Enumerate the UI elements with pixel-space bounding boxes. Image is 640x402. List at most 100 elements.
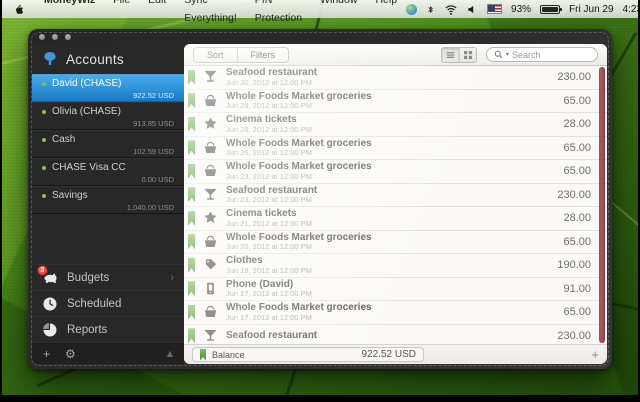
transaction-row[interactable]: Whole Foods Market groceries Jun 17, 201… — [184, 301, 607, 325]
add-transaction-button[interactable]: + — [591, 348, 599, 361]
transaction-row[interactable]: Cinema tickets Jun 28, 2012 at 12:00 PM … — [184, 113, 607, 137]
account-name: David (CHASE) — [52, 78, 121, 89]
transaction-date: Jun 28, 2012 at 12:00 PM — [226, 126, 312, 135]
account-status-dot — [42, 138, 46, 142]
basket-icon — [202, 163, 218, 179]
close-button[interactable] — [39, 34, 45, 40]
apple-icon — [14, 3, 25, 16]
transaction-row[interactable]: Phone (David) Jun 17, 2012 at 12:00 PM 9… — [184, 278, 607, 302]
view-toggle-group — [441, 47, 477, 63]
transaction-date: Jun 23, 2012 at 12:00 PM — [226, 173, 372, 182]
zoom-button[interactable] — [65, 34, 71, 40]
menu-moneywiz[interactable]: MoneyWiz — [35, 0, 104, 27]
menu-file[interactable]: File — [104, 0, 139, 27]
moneywiz-tree-icon — [42, 51, 58, 67]
sidebar-section-label: Budgets — [67, 272, 109, 284]
input-language-flag-icon[interactable] — [487, 4, 502, 14]
desktop: MoneyWizFileEditSync Everything!PIN Prot… — [2, 0, 638, 395]
settings-gear-icon[interactable]: ⚙ — [65, 348, 76, 360]
account-item[interactable]: Olivia (CHASE) 913.85 USD — [32, 102, 184, 130]
sync-status-icon[interactable] — [406, 4, 417, 15]
collapse-sidebar-button[interactable]: ▲ — [167, 349, 173, 358]
sidebar-section-item[interactable]: Scheduled — [32, 290, 184, 316]
accounts-header: Accounts — [32, 44, 184, 74]
transactions-list: Seafood restaurant Jun 30, 2012 at 12:00… — [184, 66, 607, 344]
menu-help[interactable]: Help — [366, 0, 406, 27]
menu-pin-protection[interactable]: PIN Protection — [246, 0, 311, 27]
ribbon-flag-icon — [188, 70, 195, 85]
transaction-title: Whole Foods Market groceries — [226, 302, 372, 314]
transaction-row[interactable]: Seafood restaurant Jun 23, 2012 at 12:00… — [184, 184, 607, 208]
search-input[interactable] — [512, 50, 582, 60]
ribbon-flag-icon — [188, 305, 195, 320]
apple-menu[interactable] — [2, 3, 35, 16]
account-item[interactable]: Cash 102.59 USD — [32, 130, 184, 158]
transactions-pane: Sort Filters ▾ Seafood res — [184, 44, 607, 364]
account-item[interactable]: David (CHASE) 922.52 USD — [32, 74, 184, 102]
transaction-row[interactable]: Cinema tickets Jun 21, 2012 at 12:00 PM … — [184, 207, 607, 231]
account-balance: 1,040.00 USD — [42, 203, 174, 212]
cocktail-icon — [202, 69, 218, 85]
window-titlebar[interactable] — [28, 29, 612, 44]
menu-date[interactable]: Fri Jun 29 — [569, 4, 613, 15]
balance-box: Balance 922.52 USD — [192, 347, 424, 362]
battery-icon[interactable] — [540, 5, 560, 14]
ribbon-flag-icon — [188, 187, 195, 202]
transaction-date: Jun 21, 2012 at 12:00 PM — [226, 220, 312, 229]
transaction-date: Jun 30, 2012 at 12:00 PM — [226, 79, 317, 88]
transaction-amount: 190.00 — [557, 259, 591, 271]
grid-view-button[interactable] — [459, 48, 476, 62]
transaction-row[interactable]: Whole Foods Market groceries Jun 26, 201… — [184, 137, 607, 161]
add-account-button[interactable]: + — [43, 348, 50, 360]
transaction-amount: 230.00 — [557, 189, 591, 201]
battery-percent: 93% — [511, 4, 531, 15]
minimize-button[interactable] — [52, 34, 58, 40]
transaction-row[interactable]: Whole Foods Market groceries Jun 20, 201… — [184, 231, 607, 255]
transaction-row[interactable]: Whole Foods Market groceries Jun 29, 201… — [184, 90, 607, 114]
filters-button[interactable]: Filters — [237, 48, 289, 62]
account-item[interactable]: Savings 1,040.00 USD — [32, 186, 184, 214]
transaction-date: Jun 17, 2012 at 12:00 PM — [226, 290, 312, 299]
account-name: Olivia (CHASE) — [52, 106, 121, 117]
sort-button[interactable]: Sort — [194, 48, 237, 62]
cocktail-icon — [202, 328, 218, 344]
transaction-title: Cinema tickets — [226, 208, 312, 220]
transaction-title: Cinema tickets — [226, 114, 312, 126]
transaction-amount: 28.00 — [563, 118, 591, 130]
search-scope-caret-icon[interactable]: ▾ — [506, 51, 509, 58]
sidebar-section-item[interactable]: 3 Budgets › — [32, 264, 184, 290]
transaction-row[interactable]: Clothes Jun 19, 2012 at 12:00 PM 190.00 — [184, 254, 607, 278]
ribbon-flag-icon — [188, 328, 195, 343]
volume-icon[interactable] — [467, 4, 478, 15]
moneywiz-window: Accounts David (CHASE) 922.52 USD Olivia… — [28, 29, 612, 369]
bluetooth-icon[interactable] — [426, 3, 435, 16]
wifi-icon[interactable] — [444, 4, 458, 15]
transaction-row[interactable]: Seafood restaurant 230.00 — [184, 325, 607, 345]
menu-window[interactable]: Window — [311, 0, 366, 27]
menu-extras: 93% Fri Jun 29 4:23:16 PM — [406, 3, 638, 16]
list-view-icon — [446, 51, 455, 59]
transaction-title: Seafood restaurant — [226, 330, 317, 342]
app-menus: MoneyWizFileEditSync Everything!PIN Prot… — [35, 0, 406, 27]
search-field[interactable]: ▾ — [486, 47, 598, 62]
cocktail-icon — [202, 187, 218, 203]
menu-edit[interactable]: Edit — [139, 0, 175, 27]
transaction-amount: 65.00 — [563, 236, 591, 248]
sidebar-section-item[interactable]: Reports — [32, 316, 184, 342]
menu-bar: MoneyWizFileEditSync Everything!PIN Prot… — [2, 0, 638, 18]
scrollbar[interactable] — [599, 67, 605, 343]
list-view-button[interactable] — [442, 48, 459, 62]
transaction-row[interactable]: Seafood restaurant Jun 30, 2012 at 12:00… — [184, 66, 607, 90]
account-status-dot — [42, 110, 46, 114]
sidebar-section-label: Reports — [67, 324, 107, 336]
account-item[interactable]: CHASE Visa CC 0.00 USD — [32, 158, 184, 186]
ribbon-flag-icon — [188, 140, 195, 155]
sidebar-sections: 3 Budgets › Scheduled Reports — [32, 264, 184, 342]
star-icon — [202, 210, 218, 226]
ribbon-flag-icon — [188, 258, 195, 273]
transaction-row[interactable]: Whole Foods Market groceries Jun 23, 201… — [184, 160, 607, 184]
transaction-amount: 230.00 — [557, 330, 591, 342]
menu-sync-everything[interactable]: Sync Everything! — [175, 0, 246, 27]
transaction-amount: 65.00 — [563, 306, 591, 318]
menu-clock[interactable]: 4:23:16 PM — [623, 4, 638, 15]
